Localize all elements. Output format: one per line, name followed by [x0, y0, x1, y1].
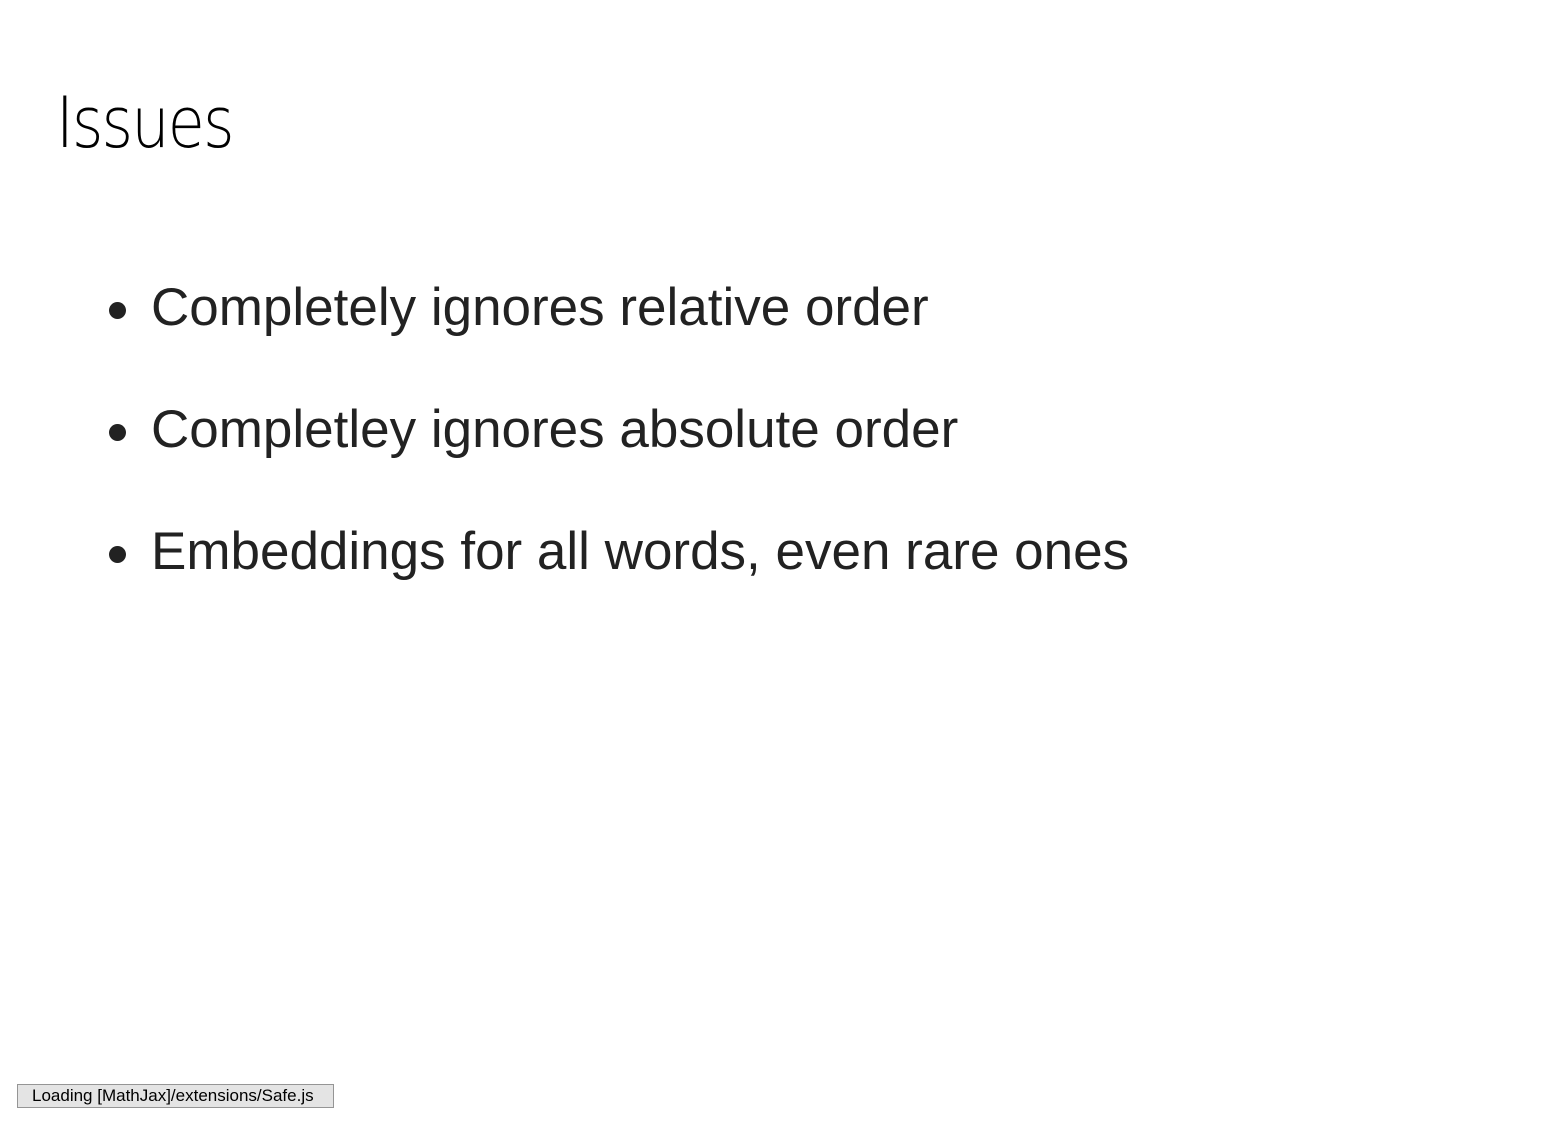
bullet-text: Completely ignores relative order — [151, 278, 929, 337]
mathjax-loading-status: Loading [MathJax]/extensions/Safe.js — [17, 1084, 334, 1108]
slide: Issues Completely ignores relative order… — [0, 0, 1561, 1138]
bullet-dot-icon — [109, 302, 126, 319]
bullet-text: Embeddings for all words, even rare ones — [151, 522, 1130, 581]
slide-title: Issues — [56, 82, 234, 164]
bullet-text: Completley ignores absolute order — [151, 400, 959, 459]
bullet-dot-icon — [109, 424, 126, 441]
bullet-dot-icon — [109, 546, 126, 563]
